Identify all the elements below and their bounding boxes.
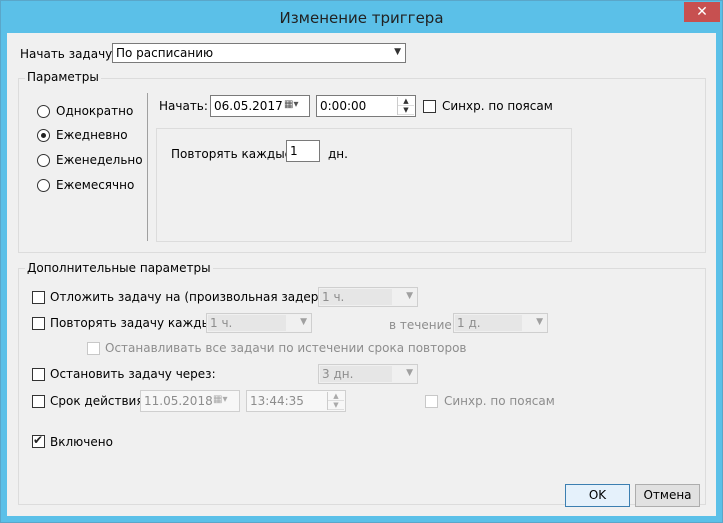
repeat-task-value: 1 ч. [210, 316, 233, 330]
start-date-picker[interactable]: 06.05.2017 ▦▾ [210, 95, 310, 117]
chevron-down-icon: ▼ [300, 317, 307, 327]
repeat-every-label: Повторять каждые: [171, 147, 297, 161]
enabled-label: Включено [50, 435, 113, 449]
stop-task-value: 3 дн. [322, 367, 354, 381]
sync-timezones-checkbox[interactable] [423, 100, 436, 113]
enabled-checkbox[interactable] [32, 433, 45, 448]
spin-up-icon[interactable]: ▲ [398, 97, 414, 106]
repeat-every-input[interactable]: 1 [286, 140, 320, 162]
expire-time-value: 13:44:35 [250, 394, 304, 408]
calendar-icon[interactable]: ▦▾ [213, 394, 227, 405]
expire-checkbox[interactable] [32, 395, 45, 408]
calendar-icon[interactable]: ▦▾ [284, 99, 298, 110]
duration-value: 1 д. [457, 316, 481, 330]
stop-task-label: Остановить задачу через: [50, 367, 216, 381]
expire-date-picker[interactable]: 11.05.2018 ▦▾ [140, 390, 240, 412]
dialog-window: Изменение триггера ✕ Начать задачу: По р… [0, 0, 723, 523]
spin-down-icon[interactable]: ▼ [398, 106, 414, 115]
duration-label: в течение: [389, 318, 456, 332]
chevron-down-icon: ▼ [406, 291, 413, 301]
start-time-spinner[interactable]: ▲ ▼ [397, 97, 414, 115]
begin-task-label: Начать задачу: [20, 47, 117, 61]
spin-up-icon[interactable]: ▲ [328, 392, 344, 401]
close-icon: ✕ [696, 4, 708, 20]
radio-monthly[interactable] [37, 179, 50, 192]
delay-select[interactable]: 1 ч. ▼ [318, 287, 418, 307]
spin-down-icon[interactable]: ▼ [328, 401, 344, 410]
begin-task-value: По расписанию [116, 46, 214, 60]
sync-timezones-label: Синхр. по поясам [442, 99, 553, 113]
repeat-task-select[interactable]: 1 ч. ▼ [206, 313, 312, 333]
delay-checkbox[interactable] [32, 291, 45, 304]
dialog-body: Начать задачу: По расписанию ▼ Параметры… [7, 33, 716, 516]
repeat-task-checkbox[interactable] [32, 317, 45, 330]
expire-label: Срок действия: [50, 394, 148, 408]
dialog-title: Изменение триггера [279, 9, 444, 27]
stop-task-select[interactable]: 3 дн. ▼ [318, 364, 418, 384]
chevron-down-icon: ▼ [406, 368, 413, 378]
begin-task-select[interactable]: По расписанию ▼ [112, 43, 406, 63]
title-bar[interactable]: Изменение триггера ✕ [1, 1, 722, 33]
close-button[interactable]: ✕ [684, 2, 720, 22]
radio-daily[interactable] [37, 129, 50, 142]
expire-time-spinner[interactable]: ▲ ▼ [327, 392, 344, 410]
expire-time-field[interactable]: 13:44:35 ▲ ▼ [246, 390, 346, 412]
repeat-unit-label: дн. [328, 147, 348, 161]
start-label: Начать: [159, 99, 208, 113]
chevron-down-icon: ▼ [536, 317, 543, 327]
repeat-every-value: 1 [290, 144, 298, 158]
radio-weekly-label: Еженедельно [56, 153, 143, 167]
parameters-legend: Параметры [25, 70, 101, 84]
duration-select[interactable]: 1 д. ▼ [453, 313, 548, 333]
start-time-field[interactable]: 0:00:00 ▲ ▼ [316, 95, 416, 117]
radio-monthly-label: Ежемесячно [56, 178, 135, 192]
radio-once[interactable] [37, 105, 50, 118]
stop-task-checkbox[interactable] [32, 368, 45, 381]
expire-sync-checkbox[interactable] [425, 395, 438, 408]
ok-button[interactable]: OK [565, 484, 630, 507]
chevron-down-icon: ▼ [394, 47, 401, 57]
expire-date-value: 11.05.2018 [144, 394, 213, 408]
repeat-task-label: Повторять задачу каждые: [50, 316, 223, 330]
radio-once-label: Однократно [56, 104, 134, 118]
stop-all-checkbox[interactable] [87, 342, 100, 355]
radio-weekly[interactable] [37, 154, 50, 167]
advanced-legend: Дополнительные параметры [25, 261, 213, 275]
start-time-value: 0:00:00 [320, 99, 367, 113]
stop-all-label: Останавливать все задачи по истечении ср… [105, 341, 467, 355]
cancel-button[interactable]: Отмена [635, 484, 700, 507]
daily-settings-panel [156, 128, 572, 242]
radio-daily-label: Ежедневно [56, 128, 128, 142]
parameters-divider [147, 93, 148, 241]
delay-value: 1 ч. [322, 290, 345, 304]
delay-label: Отложить задачу на (произвольная задержк… [50, 290, 353, 304]
start-date-value: 06.05.2017 [214, 99, 283, 113]
expire-sync-label: Синхр. по поясам [444, 394, 555, 408]
